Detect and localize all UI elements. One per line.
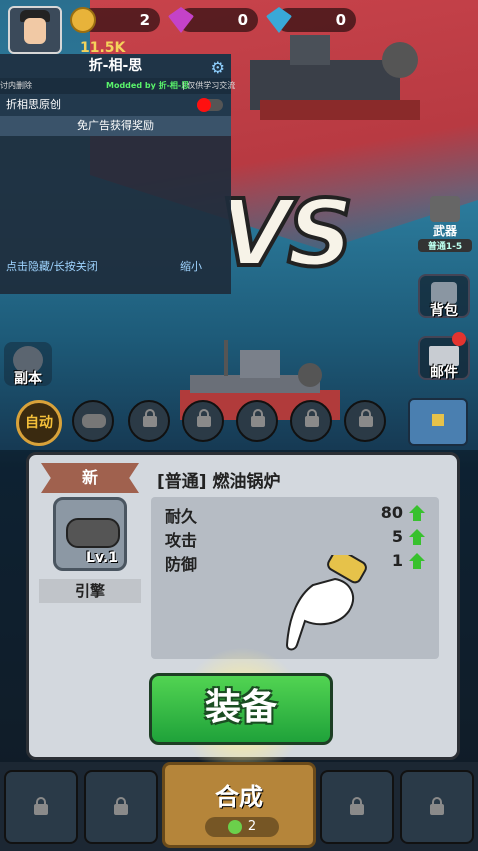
toggle-knob [197,98,211,112]
player-avatar[interactable] [8,6,62,54]
weapon-button[interactable]: 武器 普通1-5 [418,196,472,252]
mod-menu-subheader: 讨内删除 Modded by 折-相-思 | 仅供学习交流 [0,78,235,94]
cannon-icon [82,414,106,428]
mod-sub-right: | 仅供学习交流 [182,81,236,90]
locked-slot-2[interactable] [182,400,224,442]
blue-gem-value: 0 [335,11,346,29]
mail-label: 邮件 [430,365,458,381]
new-tag: 新 [41,463,139,493]
blue-gem-counter[interactable]: 0 [266,7,356,33]
merge-label: 合成 [215,783,263,811]
locked-slot-4[interactable] [290,400,332,442]
lock-icon [34,797,48,815]
lock-icon [143,409,157,427]
mod-toggle-row[interactable]: 折相思原创 [0,94,231,116]
ad-free-reward-button[interactable]: 免广告获得奖励 [0,116,231,136]
lock-icon [359,409,373,427]
gear-icon[interactable]: ⚙ [211,56,225,80]
lock-icon [305,409,319,427]
item-icon-box: Lv.1 [53,497,127,571]
stat-name: 防御 [165,555,198,574]
stat-value: 80 [380,503,403,522]
stat-row: 攻击 5 [165,527,427,550]
mod-menu-footer: 点击隐藏/长按关闭 缩小 [0,256,231,278]
stat-value: 1 [391,551,403,570]
locked-slot-5[interactable] [344,400,386,442]
lock-icon [251,409,265,427]
mod-sub-mid: Modded by 折-相-思 [106,81,190,90]
cannon-icon [430,196,460,222]
item-type: 引擎 [39,579,141,603]
mod-sub-left: 讨内删除 [0,81,32,90]
gold-counter: 2 [70,7,160,33]
locked-slot-1[interactable] [128,400,170,442]
weapon-stage: 普通1-5 [418,239,472,252]
vs-text: VS [218,178,355,289]
locked-merge-slot-2[interactable] [84,770,158,844]
gold-value: 2 [139,11,150,29]
pink-gem-counter[interactable]: 0 [168,7,258,33]
mod-toggle-label: 折相思原创 [6,98,61,111]
locked-merge-slot-1[interactable] [4,770,78,844]
lock-icon [197,409,211,427]
locked-merge-slot-3[interactable] [320,770,394,844]
pink-gem-value: 0 [237,11,248,29]
chest-icon [432,414,444,426]
boiler-icon [66,518,120,548]
locked-slot-3[interactable] [236,400,278,442]
mod-toggle-switch[interactable] [197,98,223,112]
copy-label: 副本 [14,371,42,387]
copy-button[interactable]: 副本 [4,342,52,387]
stat-value: 5 [391,527,403,546]
weapon-label: 武器 [432,224,457,238]
merge-button[interactable]: 合成 2 [162,762,316,848]
energy-icon [227,819,242,834]
up-arrow-icon [409,529,425,545]
lock-icon [430,797,444,815]
hide-close-hint[interactable]: 点击隐藏/长按关闭 [6,256,98,278]
treasure-chest-button[interactable] [408,398,468,446]
pointing-hand-icon [285,555,367,651]
avatar-face [24,18,46,44]
up-arrow-icon [409,553,425,569]
cannon-slot[interactable] [72,400,114,442]
up-arrow-icon [409,505,425,521]
equip-button[interactable]: 装备 [149,673,333,745]
notification-dot [452,332,466,346]
mod-menu-title: 折-相-思 [88,58,143,74]
minimize-button[interactable]: 缩小 [180,256,202,278]
lock-icon [114,797,128,815]
stat-name: 攻击 [165,531,198,550]
mod-menu-body [0,136,231,256]
merge-cost-value: 2 [247,819,257,834]
mail-button[interactable]: 邮件 [418,332,470,381]
stat-row: 耐久 80 [165,503,427,526]
backpack-button[interactable]: 背包 [418,274,470,319]
item-name: [普通] 燃油锅炉 [157,472,281,492]
coin-icon [70,7,96,33]
merge-cost: 2 [205,817,279,837]
stat-name: 耐久 [165,507,198,526]
auto-toggle-button[interactable]: 自动开 [16,400,62,471]
item-level: Lv.1 [86,550,118,566]
mod-menu[interactable]: 折-相-思 ⚙ 讨内删除 Modded by 折-相-思 | 仅供学习交流 折相… [0,54,235,294]
locked-merge-slot-4[interactable] [400,770,474,844]
lock-icon [350,797,364,815]
enemy-ship [250,35,420,120]
mod-menu-header[interactable]: 折-相-思 ⚙ [0,54,231,78]
backpack-label: 背包 [430,303,458,319]
item-dialog[interactable]: 新 [普通] 燃油锅炉 Lv.1 引擎 耐久 80 攻击 5 防御 1 装备 [26,452,460,777]
